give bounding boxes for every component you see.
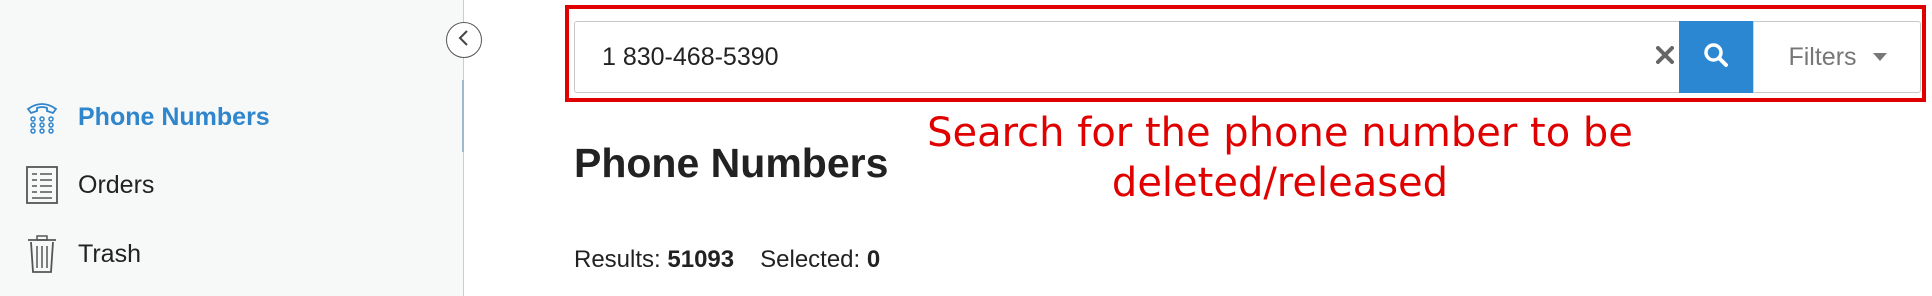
filters-label: Filters	[1788, 42, 1857, 71]
results-label: Results:	[574, 246, 661, 273]
close-icon	[1656, 45, 1674, 69]
search-bar: Filters	[574, 21, 1921, 93]
sidebar-item-orders[interactable]: Orders	[24, 163, 154, 207]
annotation-line-2: deleted/released	[1111, 160, 1449, 206]
annotation-callout: Search for the phone number to be delete…	[900, 108, 1660, 208]
search-button[interactable]	[1679, 21, 1753, 93]
selected-label: Selected:	[760, 246, 861, 273]
sidebar: Phone Numbers Orders Trash	[0, 0, 464, 296]
caret-down-icon	[1872, 48, 1887, 66]
sidebar-item-phone-numbers[interactable]: Phone Numbers	[24, 95, 270, 139]
sidebar-item-trash[interactable]: Trash	[24, 232, 141, 276]
sidebar-item-label: Phone Numbers	[78, 102, 270, 131]
results-count: Results: 51093	[574, 246, 734, 274]
sidebar-active-indicator	[462, 80, 464, 152]
trash-icon	[24, 234, 60, 274]
annotation-line-1: Search for the phone number to be	[927, 110, 1633, 156]
search-icon	[1703, 42, 1729, 73]
results-summary: Results: 51093 Selected: 0	[574, 246, 880, 274]
sidebar-item-label: Trash	[78, 239, 141, 268]
selected-value: 0	[866, 246, 881, 273]
phone-icon	[24, 97, 60, 137]
search-input[interactable]	[575, 22, 1635, 92]
sidebar-collapse-button[interactable]	[446, 22, 482, 58]
sidebar-item-label: Orders	[78, 170, 155, 199]
orders-icon	[24, 165, 60, 205]
page-title: Phone Numbers	[574, 140, 889, 186]
results-value: 51093	[667, 246, 735, 273]
filters-dropdown[interactable]: Filters	[1753, 22, 1921, 92]
selected-count: Selected: 0	[760, 246, 880, 274]
chevron-left-icon	[457, 29, 471, 52]
